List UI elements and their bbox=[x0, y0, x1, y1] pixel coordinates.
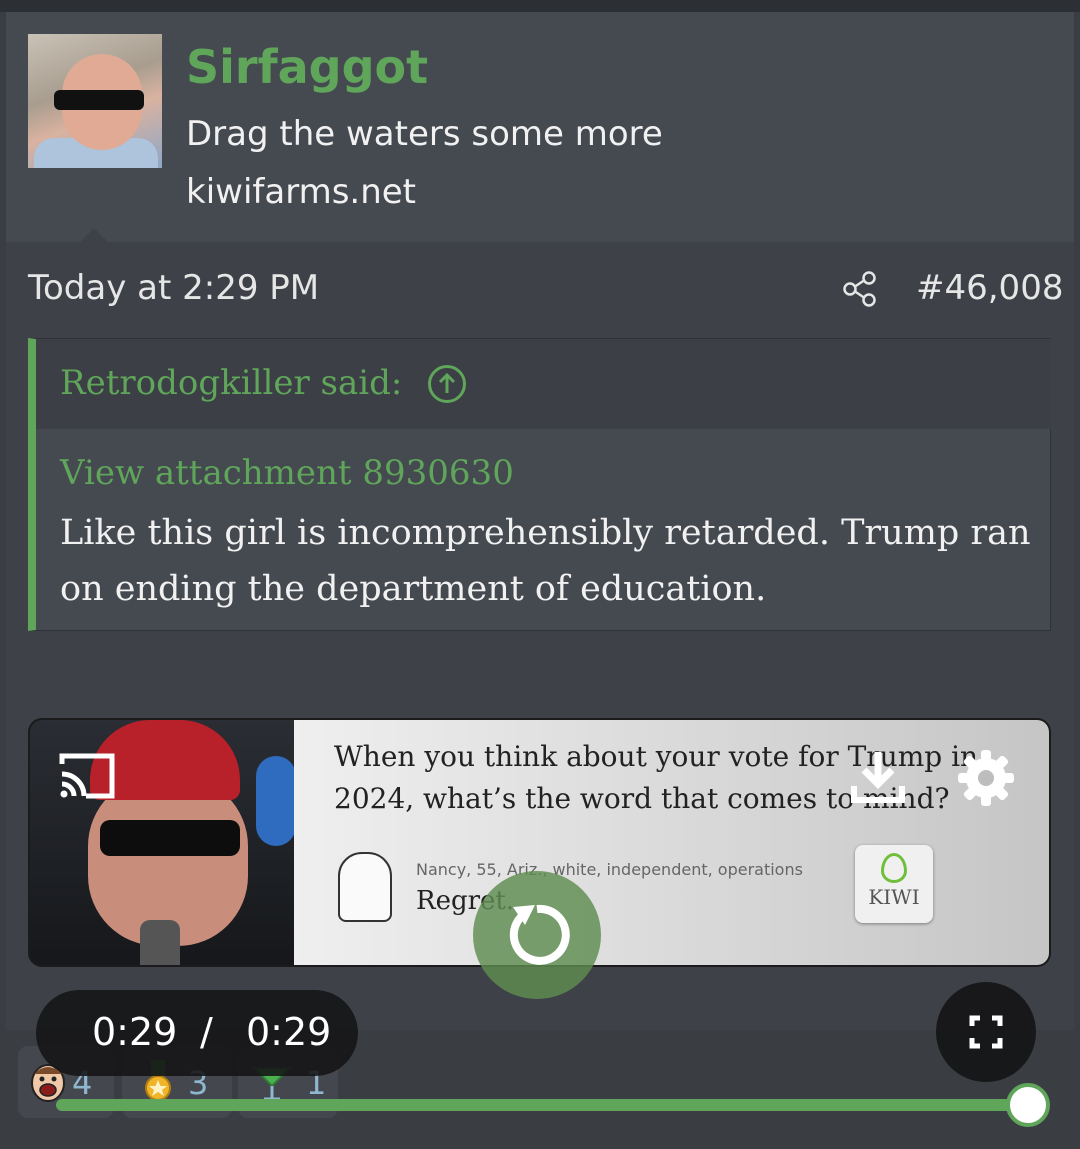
quote-text: Like this girl is incomprehensibly retar… bbox=[60, 513, 1031, 609]
frame-question: When you think about your vote for Trump… bbox=[334, 740, 979, 815]
username[interactable]: Sirfaggot bbox=[186, 40, 428, 94]
fullscreen-icon bbox=[969, 1015, 1003, 1049]
post-number-link[interactable]: #46,008 bbox=[916, 268, 1063, 308]
fullscreen-button[interactable] bbox=[936, 982, 1036, 1082]
replay-icon bbox=[509, 904, 570, 965]
seek-bar[interactable] bbox=[56, 1099, 1028, 1111]
replay-button[interactable] bbox=[473, 871, 601, 999]
quote-block: Retrodogkiller said: View attachment 893… bbox=[28, 338, 1051, 631]
share-icon[interactable] bbox=[842, 270, 878, 308]
user-title: Drag the waters some more bbox=[186, 114, 663, 154]
portrait-sketch-icon bbox=[338, 852, 392, 922]
time-separator: / bbox=[200, 1010, 213, 1054]
header-notch bbox=[80, 228, 108, 242]
attachment-link[interactable]: View attachment 8930630 bbox=[60, 453, 514, 493]
seek-handle[interactable] bbox=[1006, 1083, 1050, 1127]
download-icon[interactable] bbox=[848, 748, 908, 806]
current-time: 0:29 bbox=[92, 1010, 178, 1054]
quote-author-link[interactable]: Retrodogkiller said: bbox=[60, 363, 402, 403]
post-timestamp[interactable]: Today at 2:29 PM bbox=[28, 268, 319, 308]
cast-icon[interactable] bbox=[58, 752, 116, 800]
avatar[interactable] bbox=[28, 34, 162, 168]
user-site: kiwifarms.net bbox=[186, 172, 417, 212]
kiwi-watermark-logo: KIWI bbox=[855, 845, 933, 923]
gear-icon[interactable] bbox=[956, 748, 1016, 808]
top-strip bbox=[0, 0, 1080, 12]
video-frame-article: When you think about your vote for Trump… bbox=[294, 720, 1049, 965]
frame-meta: Nancy, 55, Ariz., white, independent, op… bbox=[416, 860, 803, 879]
duration: 0:29 bbox=[246, 1010, 332, 1054]
arrow-up-icon[interactable] bbox=[428, 365, 466, 403]
